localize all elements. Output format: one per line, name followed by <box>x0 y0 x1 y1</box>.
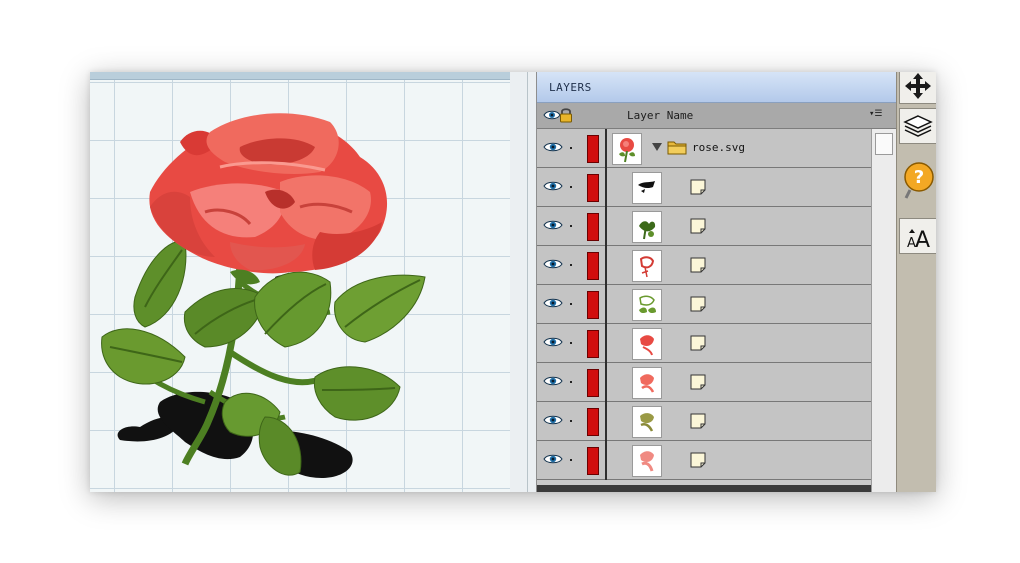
column-divider <box>605 285 607 324</box>
layer-row[interactable] <box>537 246 871 285</box>
svg-text:?: ? <box>914 167 924 188</box>
object-icon <box>690 218 706 234</box>
lock-slot[interactable] <box>570 264 572 266</box>
lock-slot[interactable] <box>570 342 572 344</box>
eye-icon[interactable] <box>543 180 563 192</box>
eye-icon[interactable] <box>543 336 563 348</box>
panel-menu-icon[interactable]: ▾☰ <box>869 109 883 121</box>
drawing-canvas[interactable] <box>90 72 510 492</box>
layers-scrollbar[interactable] <box>871 129 898 492</box>
scrollbar-thumb[interactable] <box>875 133 893 155</box>
text-size-button[interactable]: A A <box>899 218 936 254</box>
layer-row[interactable] <box>537 168 871 207</box>
help-button[interactable]: ? <box>899 158 935 199</box>
layer-thumbnail <box>632 172 662 204</box>
layer-color-swatch[interactable] <box>587 213 599 241</box>
column-divider <box>605 168 607 207</box>
column-divider <box>605 324 607 363</box>
eye-icon[interactable] <box>543 453 563 465</box>
side-toolbar: ? A A <box>896 72 936 492</box>
layer-thumbnail <box>632 289 662 321</box>
eye-icon[interactable] <box>543 141 563 153</box>
eye-icon[interactable] <box>543 414 563 426</box>
rose-artwork[interactable] <box>90 72 510 492</box>
column-divider <box>605 246 607 285</box>
layer-color-swatch[interactable] <box>587 291 599 319</box>
panel-footer <box>537 485 871 492</box>
lock-slot[interactable] <box>570 381 572 383</box>
object-icon <box>690 374 706 390</box>
layers-tool-button[interactable] <box>899 108 936 144</box>
layer-row[interactable] <box>537 363 871 402</box>
layer-list: rose.svg <box>537 129 871 485</box>
app-window: LAYERS Layer Name ▾☰ rose.svg ? A A <box>90 72 936 492</box>
layer-color-swatch[interactable] <box>587 408 599 436</box>
svg-text:A: A <box>915 228 930 251</box>
layer-thumbnail <box>632 328 662 360</box>
expand-triangle-icon[interactable] <box>652 143 662 151</box>
object-icon <box>690 413 706 429</box>
lock-slot[interactable] <box>570 186 572 188</box>
lock-slot[interactable] <box>570 303 572 305</box>
layer-color-swatch[interactable] <box>587 369 599 397</box>
layer-row[interactable] <box>537 402 871 441</box>
layers-header: Layer Name ▾☰ <box>537 103 897 129</box>
lock-slot[interactable] <box>570 147 572 149</box>
layer-thumbnail <box>632 406 662 438</box>
eye-icon[interactable] <box>543 375 563 387</box>
object-icon <box>690 335 706 351</box>
canvas-gutter <box>510 72 536 492</box>
eye-icon[interactable] <box>543 219 563 231</box>
column-divider <box>605 363 607 402</box>
folder-icon <box>667 141 687 155</box>
eye-icon[interactable] <box>543 258 563 270</box>
lock-header-icon[interactable] <box>559 107 573 123</box>
object-icon <box>690 179 706 195</box>
column-divider <box>605 207 607 246</box>
layer-thumbnail <box>612 133 642 165</box>
layer-name[interactable]: rose.svg <box>692 141 745 154</box>
layer-thumbnail <box>632 211 662 243</box>
layers-icon <box>903 115 933 137</box>
panel-title: LAYERS <box>549 81 592 94</box>
layer-name-column: Layer Name <box>627 109 694 122</box>
lock-slot[interactable] <box>570 420 572 422</box>
layer-color-swatch[interactable] <box>587 174 599 202</box>
move-tool-button[interactable] <box>899 72 936 104</box>
move-icon <box>905 73 931 99</box>
layer-row[interactable] <box>537 285 871 324</box>
column-divider <box>605 402 607 441</box>
layer-thumbnail <box>632 367 662 399</box>
object-icon <box>690 257 706 273</box>
layer-row-root[interactable]: rose.svg <box>537 129 871 168</box>
layer-thumbnail <box>632 445 662 477</box>
column-divider <box>605 129 607 168</box>
object-icon <box>690 452 706 468</box>
layer-thumbnail <box>632 250 662 282</box>
lock-slot[interactable] <box>570 459 572 461</box>
layers-panel: LAYERS Layer Name ▾☰ rose.svg <box>536 72 898 492</box>
layer-row[interactable] <box>537 324 871 363</box>
eye-icon[interactable] <box>543 297 563 309</box>
layer-color-swatch[interactable] <box>587 447 599 475</box>
text-size-icon: A A <box>907 228 930 251</box>
layer-color-swatch[interactable] <box>587 252 599 280</box>
layer-color-swatch[interactable] <box>587 330 599 358</box>
lock-slot[interactable] <box>570 225 572 227</box>
help-icon: ? <box>904 162 934 199</box>
column-divider <box>605 441 607 480</box>
panel-title-bar[interactable]: LAYERS <box>537 72 897 103</box>
object-icon <box>690 296 706 312</box>
layer-row[interactable] <box>537 207 871 246</box>
layer-row[interactable] <box>537 441 871 480</box>
layer-color-swatch[interactable] <box>587 135 599 163</box>
